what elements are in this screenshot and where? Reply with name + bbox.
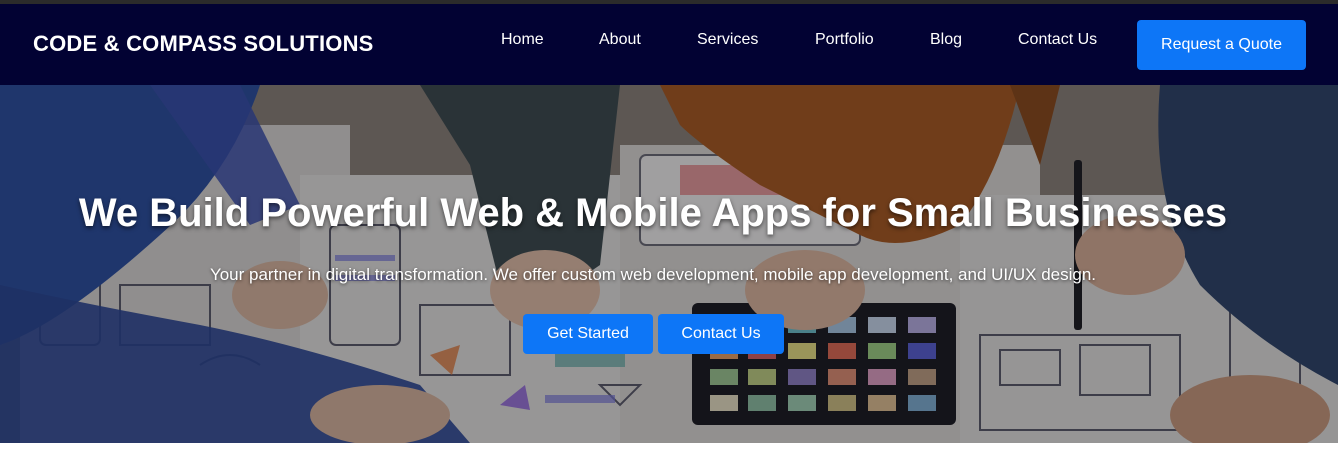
- hero-section: We Build Powerful Web & Mobile Apps for …: [0, 85, 1338, 443]
- request-quote-button[interactable]: Request a Quote: [1137, 20, 1306, 70]
- hero-overlay: [0, 85, 1338, 443]
- hero-title: We Build Powerful Web & Mobile Apps for …: [78, 191, 1228, 235]
- nav-link-home[interactable]: Home: [501, 31, 544, 49]
- nav-link-about[interactable]: About: [599, 31, 641, 49]
- get-started-button[interactable]: Get Started: [523, 314, 653, 354]
- nav-link-blog[interactable]: Blog: [930, 31, 962, 49]
- nav-link-contact-us[interactable]: Contact Us: [1018, 31, 1097, 49]
- site-header: CODE & COMPASS SOLUTIONS Home About Serv…: [0, 4, 1338, 85]
- nav-link-services[interactable]: Services: [697, 31, 758, 49]
- nav-link-portfolio[interactable]: Portfolio: [815, 31, 874, 49]
- hero-contact-us-button[interactable]: Contact Us: [658, 314, 784, 354]
- page-content-start: [0, 443, 1338, 452]
- hero-subtitle: Your partner in digital transformation. …: [209, 265, 1097, 284]
